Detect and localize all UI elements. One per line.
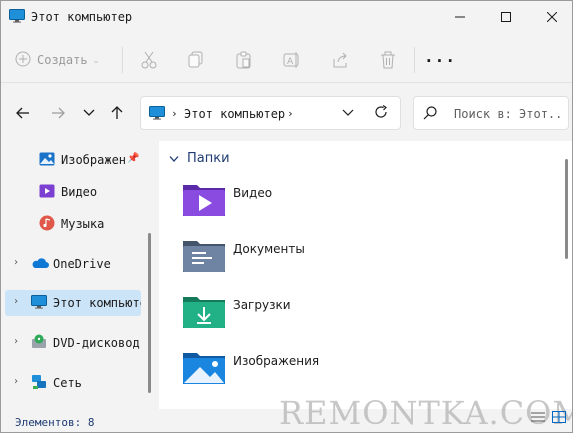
chevron-down-icon: ⌵ — [93, 55, 99, 65]
create-label: Создать — [37, 53, 88, 67]
chevron-right-icon[interactable]: › — [287, 107, 294, 120]
network-icon — [31, 374, 47, 393]
content-pane: Папки Видео Документы Загрузки Изображен — [159, 141, 572, 409]
sidebar-item-onedrive[interactable]: › OneDrive — [1, 251, 141, 277]
sidebar-item-this-pc[interactable]: › Этот компьютер — [5, 290, 141, 316]
pictures-folder-icon — [182, 349, 226, 388]
sidebar-item-label: OneDrive — [53, 257, 111, 271]
file-explorer-window: Этот компьютер Создать ⌵ A ··· › Этот ко… — [0, 0, 573, 433]
video-folder-icon — [182, 181, 226, 220]
group-header[interactable]: Папки — [169, 151, 230, 166]
sidebar-scrollbar[interactable] — [148, 233, 151, 393]
refresh-icon[interactable] — [374, 105, 388, 122]
sidebar-item-label: Музыка — [61, 217, 105, 231]
computer-icon — [149, 106, 165, 123]
sidebar-item-network[interactable]: › Сеть — [1, 370, 141, 396]
close-button[interactable] — [529, 1, 572, 33]
sidebar-item-pictures[interactable]: Изображен 📌 — [1, 147, 141, 173]
cut-icon[interactable] — [138, 49, 160, 71]
navigation-pane: Изображен 📌 Видео Музыка › OneDrive › Эт… — [1, 141, 157, 409]
separator — [414, 47, 415, 73]
share-icon[interactable] — [329, 49, 351, 71]
chevron-right-icon[interactable]: › — [13, 376, 19, 387]
paste-icon[interactable] — [233, 49, 255, 71]
more-options-button[interactable]: ··· — [424, 49, 455, 71]
content-scrollbar[interactable] — [565, 159, 568, 259]
navigation-bar: › Этот компьютер › Поиск в: Этот.. — [1, 83, 572, 141]
chevron-right-icon[interactable]: › — [171, 107, 178, 120]
sidebar-item-label: Изображен — [61, 153, 125, 167]
sidebar-item-label: Видео — [61, 185, 98, 199]
minimize-button[interactable] — [437, 1, 483, 33]
cloud-icon — [31, 257, 49, 272]
chevron-right-icon[interactable]: › — [13, 296, 19, 307]
downloads-folder-icon — [182, 293, 226, 332]
back-arrow-icon[interactable] — [11, 101, 35, 125]
separator — [122, 47, 123, 73]
pin-icon[interactable]: 📌 — [127, 153, 139, 164]
delete-icon[interactable] — [377, 49, 399, 71]
search-input[interactable]: Поиск в: Этот.. — [454, 107, 562, 121]
sidebar-item-label: Сеть — [53, 376, 82, 390]
folder-label: Документы — [233, 242, 305, 256]
sidebar-item-label: DVD-дисковод — [53, 336, 140, 350]
command-bar: Создать ⌵ A ··· — [1, 37, 572, 83]
sidebar-item-dvd[interactable]: › DVD-дисковод — [1, 330, 141, 356]
chevron-right-icon[interactable]: › — [13, 336, 19, 347]
video-icon — [39, 183, 55, 202]
sidebar-item-label: Этот компьютер — [53, 296, 141, 310]
watermark: REMONTKA.COM — [279, 394, 573, 432]
music-icon — [39, 215, 55, 234]
search-box[interactable]: Поиск в: Этот.. — [413, 96, 569, 130]
forward-arrow-icon[interactable] — [46, 101, 70, 125]
recent-locations-chevron-icon[interactable] — [77, 101, 101, 125]
breadcrumb-this-pc[interactable]: Этот компьютер — [184, 107, 285, 121]
up-arrow-icon[interactable] — [105, 101, 129, 125]
folder-label: Видео — [233, 186, 273, 200]
svg-text:A: A — [287, 57, 294, 67]
details-view-icon[interactable] — [531, 411, 547, 425]
item-count: Элементов: 8 — [15, 416, 95, 429]
rename-icon[interactable]: A — [281, 49, 303, 71]
computer-icon — [31, 295, 47, 312]
computer-icon — [9, 9, 25, 26]
documents-folder-icon — [182, 237, 226, 276]
dvd-icon — [31, 334, 47, 353]
create-button[interactable]: Создать ⌵ — [15, 47, 98, 73]
tiles-view-icon[interactable] — [552, 411, 568, 425]
copy-icon[interactable] — [185, 49, 207, 71]
title-bar: Этот компьютер — [1, 1, 572, 33]
sidebar-item-music[interactable]: Музыка — [1, 211, 141, 237]
address-bar[interactable]: › Этот компьютер › — [140, 96, 401, 130]
group-title: Папки — [187, 151, 230, 166]
search-icon — [423, 106, 437, 123]
window-title: Этот компьютер — [31, 10, 133, 24]
folder-label: Изображения — [233, 354, 320, 368]
pictures-icon — [39, 151, 55, 170]
chevron-right-icon[interactable]: › — [13, 257, 19, 268]
maximize-button[interactable] — [483, 1, 529, 33]
plus-icon — [15, 51, 31, 70]
chevron-down-icon[interactable] — [341, 105, 355, 122]
chevron-down-icon[interactable] — [169, 152, 179, 166]
sidebar-item-video[interactable]: Видео — [1, 179, 141, 205]
folder-label: Загрузки — [233, 298, 291, 312]
